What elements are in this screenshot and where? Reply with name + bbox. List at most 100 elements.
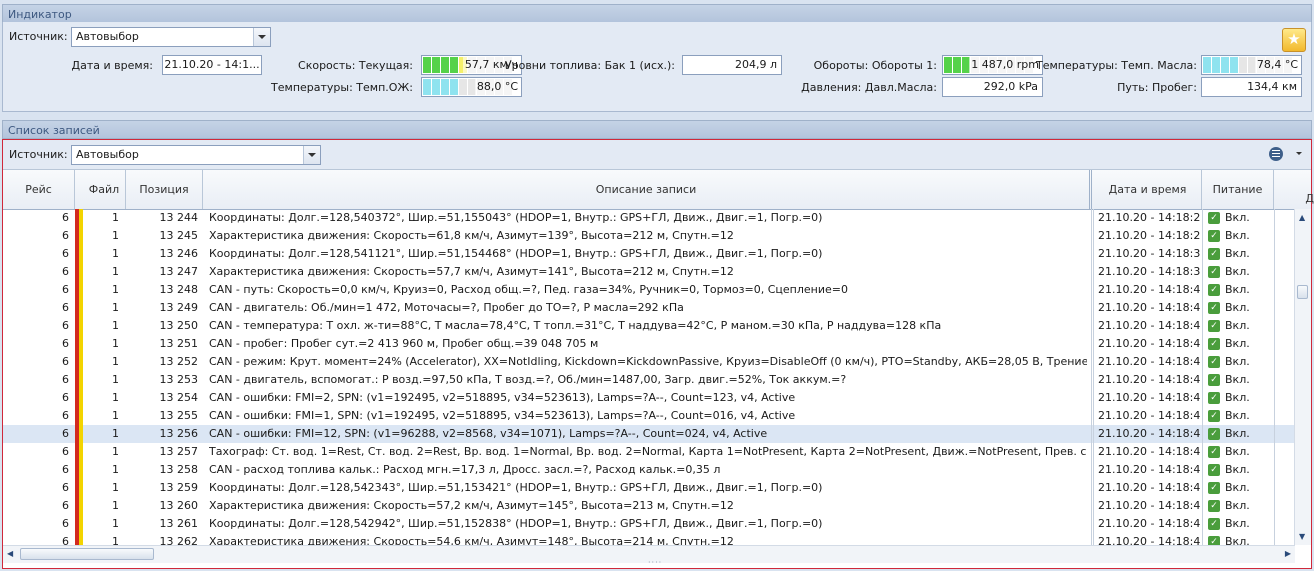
table-row[interactable]: 6 1 13 254 CAN - ошибки: FMI=2, SPN: (v1=19… [3, 389, 1295, 407]
gauge-segment [953, 57, 961, 73]
cell-datetime: 21.10.20 - 14:18:40 [1098, 301, 1200, 314]
gauge-segment [1239, 57, 1247, 73]
cell-power-label: Вкл. [1225, 463, 1250, 476]
dropdown-arrow-icon[interactable] [1296, 152, 1302, 155]
scroll-left-icon[interactable]: ◀ [7, 549, 13, 558]
indicator-source-select[interactable]: Автовыбор [71, 27, 271, 47]
cell-power-label: Вкл. [1225, 283, 1250, 296]
cell-datetime: 21.10.20 - 14:18:40 [1098, 463, 1200, 476]
oil-temp-value: 78,4 °C [1254, 56, 1298, 74]
column-divider [1091, 497, 1092, 515]
cell-power: ✓ Вкл. [1208, 479, 1270, 497]
star-icon[interactable]: ★ [1282, 28, 1306, 52]
cell-datetime: 21.10.20 - 14:18:41 [1098, 499, 1200, 512]
cell-position: 13 247 [159, 265, 199, 278]
indicator-panel-title: Индикатор [2, 4, 1312, 23]
cell-description: Координаты: Долг.=128,542942°, Шир.=51,1… [209, 517, 823, 530]
cell-power: ✓ Вкл. [1208, 371, 1270, 389]
grid-header: Рейс Файл Позиция Описание записи Дата и… [3, 169, 1314, 210]
table-row[interactable]: 6 1 13 248 CAN - путь: Скорость=0,0 км/ч, К… [3, 281, 1295, 299]
col-header-datetime[interactable]: Дата и время [1094, 170, 1202, 209]
column-divider [1274, 407, 1275, 425]
power-on-icon: ✓ [1208, 500, 1220, 512]
cell-datetime: 21.10.20 - 14:18:40 [1098, 283, 1200, 296]
cell-description: CAN - путь: Скорость=0,0 км/ч, Круиз=0, … [209, 283, 848, 296]
cell-power: ✓ Вкл. [1208, 533, 1270, 545]
column-divider [1091, 299, 1092, 317]
cell-power: ✓ Вкл. [1208, 281, 1270, 299]
column-divider [1274, 263, 1275, 281]
power-on-icon: ✓ [1208, 212, 1220, 224]
cell-file: 1 [112, 463, 119, 476]
table-row[interactable]: 6 1 13 251 CAN - пробег: Пробег сут.=2 413 … [3, 335, 1295, 353]
column-divider [1202, 335, 1203, 353]
scroll-right-icon[interactable]: ▶ [1285, 549, 1291, 558]
table-row[interactable]: 6 1 13 256 CAN - ошибки: FMI=12, SPN: (v1=9… [3, 425, 1295, 443]
records-source-select[interactable]: Автовыбор [71, 145, 321, 165]
table-row[interactable]: 6 1 13 257 Тахограф: Ст. вод. 1=Rest, Ст. в… [3, 443, 1295, 461]
cell-trip: 6 [62, 427, 69, 440]
table-row[interactable]: 6 1 13 259 Координаты: Долг.=128,542343°, Ш… [3, 479, 1295, 497]
cell-position: 13 256 [159, 427, 199, 440]
column-divider [1274, 281, 1275, 299]
power-on-icon: ✓ [1208, 482, 1220, 494]
column-divider [1091, 317, 1092, 335]
cell-file: 1 [112, 247, 119, 260]
cell-file: 1 [112, 445, 119, 458]
table-row[interactable]: 6 1 13 245 Характеристика движения: Скорост… [3, 227, 1295, 245]
col-header-description[interactable]: Описание записи [203, 170, 1092, 209]
resize-grip-icon[interactable]: ···· [648, 558, 662, 567]
cell-position: 13 248 [159, 283, 199, 296]
table-row[interactable]: 6 1 13 252 CAN - режим: Крут. момент=24% (A… [3, 353, 1295, 371]
column-divider [1091, 335, 1092, 353]
cell-power-label: Вкл. [1225, 265, 1250, 278]
table-row[interactable]: 6 1 13 253 CAN - двигатель, вспомогат.: Р в… [3, 371, 1295, 389]
cell-power: ✓ Вкл. [1208, 461, 1270, 479]
col-header-position[interactable]: Позиция [126, 170, 203, 209]
vertical-scrollbar[interactable]: ▲ ▼ [1294, 209, 1311, 545]
datetime-field[interactable]: 21.10.20 - 14:1... [162, 55, 262, 75]
coolant-label: Температуры: Темп.ОЖ: [271, 81, 413, 94]
column-divider [1202, 389, 1203, 407]
table-row[interactable]: 6 1 13 260 Характеристика движения: Скорост… [3, 497, 1295, 515]
table-row[interactable]: 6 1 13 244 Координаты: Долг.=128,540372°, Ш… [3, 209, 1295, 227]
table-row[interactable]: 6 1 13 255 CAN - ошибки: FMI=1, SPN: (v1=19… [3, 407, 1295, 425]
cell-power: ✓ Вкл. [1208, 389, 1270, 407]
table-row[interactable]: 6 1 13 258 CAN - расход топлива кальк.: Рас… [3, 461, 1295, 479]
chevron-down-icon[interactable] [303, 146, 320, 164]
column-divider [1202, 407, 1203, 425]
col-header-trip[interactable]: Рейс [3, 170, 75, 209]
power-on-icon: ✓ [1208, 428, 1220, 440]
cell-description: Характеристика движения: Скорость=57,7 к… [209, 265, 734, 278]
cell-position: 13 250 [159, 319, 199, 332]
col-header-file[interactable]: Файл [83, 170, 126, 209]
scroll-down-icon[interactable]: ▼ [1299, 532, 1305, 541]
col-header-extra[interactable]: Д [1274, 170, 1314, 209]
column-divider [1202, 371, 1203, 389]
vertical-scroll-thumb[interactable] [1297, 285, 1308, 299]
table-row[interactable]: 6 1 13 262 Характеристика движения: Скорост… [3, 533, 1295, 545]
table-row[interactable]: 6 1 13 250 CAN - температура: Т охл. ж-ти=8… [3, 317, 1295, 335]
list-settings-icon[interactable] [1269, 147, 1283, 161]
column-divider [1091, 389, 1092, 407]
column-divider [1093, 263, 1094, 281]
column-divider [1093, 389, 1094, 407]
chevron-down-icon[interactable] [253, 28, 270, 46]
scroll-up-icon[interactable]: ▲ [1299, 213, 1305, 222]
col-header-power[interactable]: Питание [1202, 170, 1274, 209]
power-on-icon: ✓ [1208, 356, 1220, 368]
column-divider [1091, 353, 1092, 371]
cell-description: CAN - пробег: Пробег сут.=2 413 960 м, П… [209, 337, 599, 350]
horizontal-scroll-thumb[interactable] [20, 548, 154, 560]
cell-power: ✓ Вкл. [1208, 407, 1270, 425]
column-divider [1091, 209, 1092, 227]
column-divider [1093, 299, 1094, 317]
fuel-field: 204,9 л [682, 55, 782, 75]
table-row[interactable]: 6 1 13 246 Координаты: Долг.=128,541121°, Ш… [3, 245, 1295, 263]
table-row[interactable]: 6 1 13 247 Характеристика движения: Скорост… [3, 263, 1295, 281]
table-row[interactable]: 6 1 13 261 Координаты: Долг.=128,542942°, Ш… [3, 515, 1295, 533]
cell-file: 1 [112, 517, 119, 530]
table-row[interactable]: 6 1 13 249 CAN - двигатель: Об./мин=1 472, … [3, 299, 1295, 317]
cell-position: 13 249 [159, 301, 199, 314]
power-on-icon: ✓ [1208, 392, 1220, 404]
